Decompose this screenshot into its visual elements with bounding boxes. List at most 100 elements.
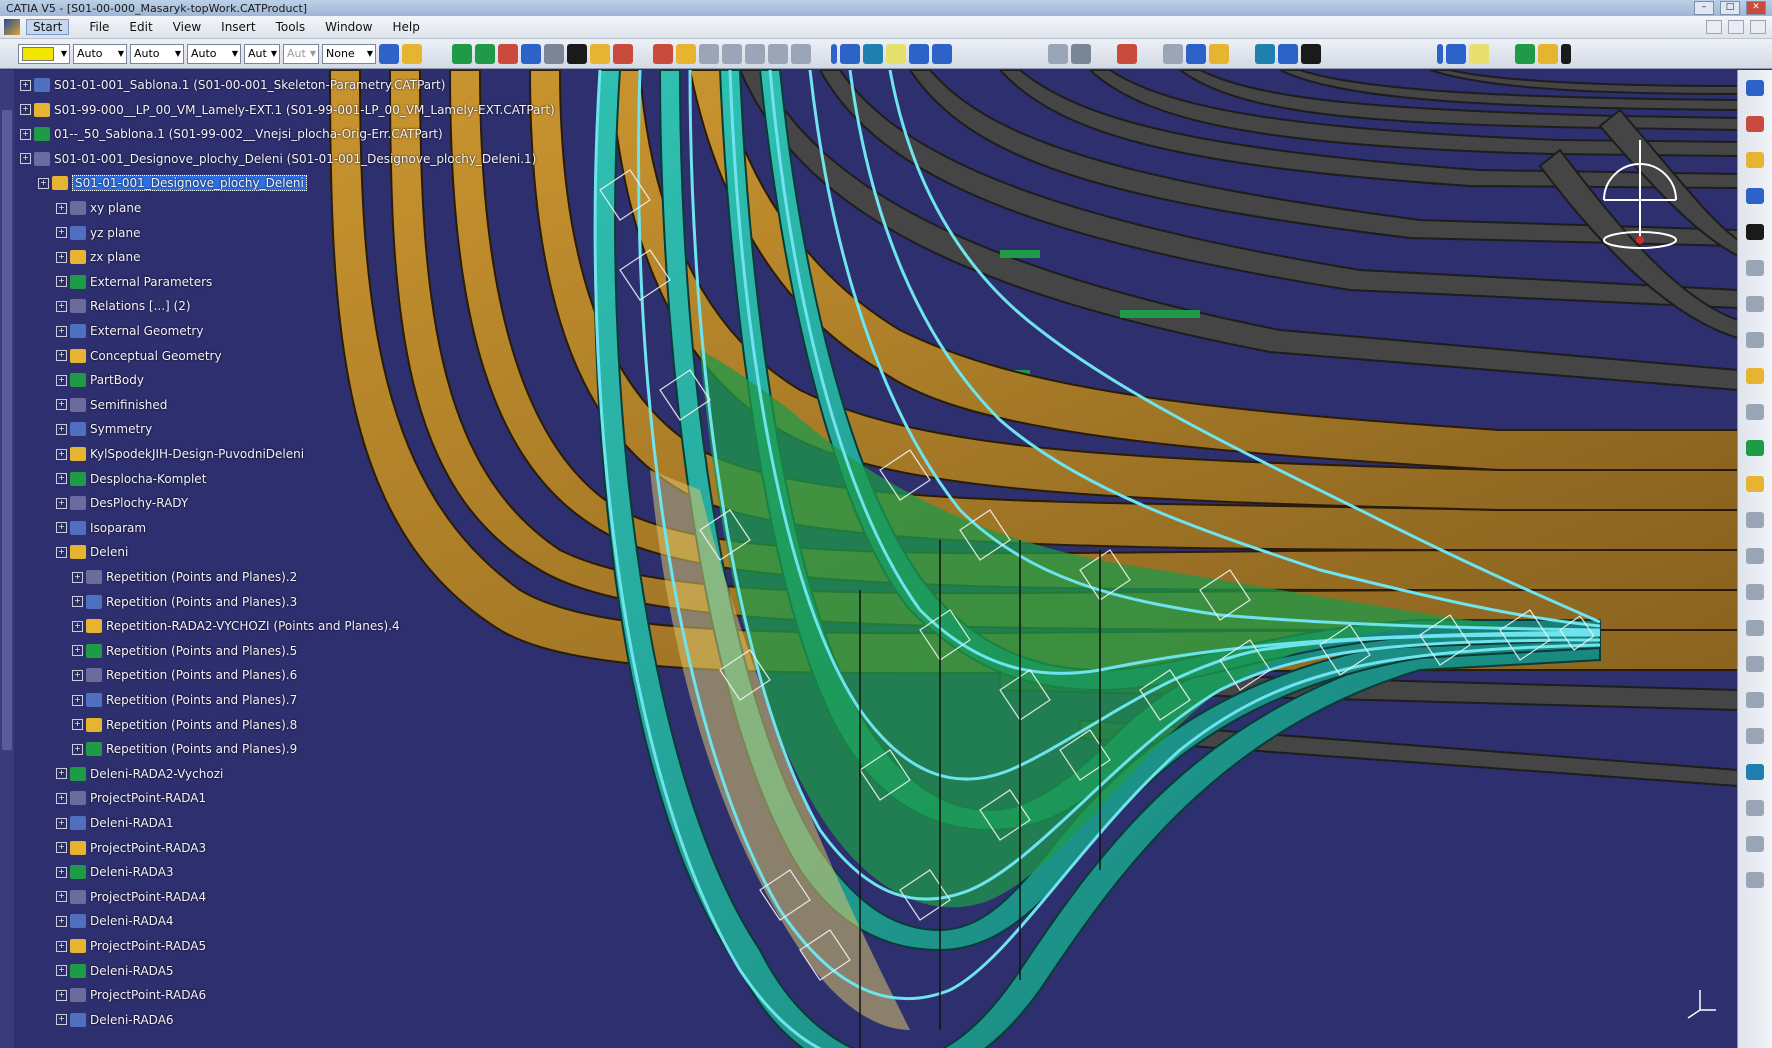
point-icon[interactable]: [452, 43, 472, 64]
expand-toggle-icon[interactable]: +: [56, 276, 67, 288]
tree-node[interactable]: + ProjectPoint-RADA3: [56, 839, 206, 857]
line-type-select[interactable]: Auto ▼: [187, 43, 241, 64]
tree-node[interactable]: + Conceptual Geometry: [56, 347, 222, 365]
menu-window[interactable]: Window: [325, 20, 372, 34]
spline-icon[interactable]: [653, 43, 673, 64]
expand-toggle-icon[interactable]: +: [56, 300, 67, 312]
search-icon[interactable]: [1186, 43, 1206, 64]
tree-node[interactable]: + Deleni-RADA2-Vychozi: [56, 765, 223, 783]
tree-node[interactable]: + Deleni-RADA4: [56, 912, 174, 930]
conic-icon[interactable]: [768, 43, 788, 64]
analysis-icon[interactable]: [1117, 43, 1137, 64]
tree-node[interactable]: + yz plane: [56, 224, 141, 242]
tool-icon[interactable]: [1746, 224, 1764, 240]
shading-icon[interactable]: [1071, 43, 1091, 64]
point-mini-icon[interactable]: [1437, 43, 1443, 64]
expand-toggle-icon[interactable]: +: [72, 596, 83, 608]
healing-icon[interactable]: [932, 43, 952, 64]
tool-icon[interactable]: [1746, 800, 1764, 816]
expand-toggle-icon[interactable]: +: [72, 571, 83, 583]
tree-node[interactable]: + Repetition (Points and Planes).7: [72, 691, 297, 709]
dot-icon[interactable]: [831, 43, 837, 64]
tree-node[interactable]: + ProjectPoint-RADA6: [56, 986, 206, 1004]
tree-node[interactable]: + Repetition (Points and Planes).8: [72, 716, 297, 734]
menu-insert[interactable]: Insert: [221, 20, 255, 34]
tree-node[interactable]: + xy plane: [56, 199, 141, 217]
join-icon[interactable]: [909, 43, 929, 64]
extrude-icon[interactable]: [863, 43, 883, 64]
menu-file[interactable]: File: [89, 20, 109, 34]
tool-icon[interactable]: [1746, 116, 1764, 132]
expand-toggle-icon[interactable]: +: [72, 719, 83, 731]
expand-toggle-icon[interactable]: +: [56, 792, 67, 804]
point-symbol-select[interactable]: Aut ▼: [244, 43, 280, 64]
properties-icon[interactable]: [402, 43, 422, 64]
expand-toggle-icon[interactable]: +: [72, 645, 83, 657]
fill-icon[interactable]: [886, 43, 906, 64]
help-cursor-icon[interactable]: [1301, 43, 1321, 64]
tree-node[interactable]: + External Geometry: [56, 322, 203, 340]
parallel-curve-icon[interactable]: [791, 43, 811, 64]
expand-toggle-icon[interactable]: +: [56, 448, 67, 460]
minimize-button[interactable]: –: [1694, 1, 1714, 15]
tool-icon[interactable]: [1746, 80, 1764, 96]
format-painter-icon[interactable]: [379, 43, 399, 64]
axis-icon[interactable]: [567, 43, 587, 64]
law-icon[interactable]: [1255, 43, 1275, 64]
menu-edit[interactable]: Edit: [129, 20, 152, 34]
menu-start[interactable]: Start: [26, 19, 70, 35]
rendering-style-select[interactable]: Aut ▼: [283, 43, 319, 64]
tree-node[interactable]: + Deleni-RADA5: [56, 962, 174, 980]
tool-icon[interactable]: [1746, 836, 1764, 852]
expand-toggle-icon[interactable]: +: [56, 202, 67, 214]
tool-icon[interactable]: [1746, 512, 1764, 528]
tool-icon[interactable]: [1746, 476, 1764, 492]
tree-node[interactable]: + Symmetry: [56, 420, 152, 438]
tree-node[interactable]: + Deleni-RADA6: [56, 1011, 174, 1029]
sweep-icon[interactable]: [840, 43, 860, 64]
expand-toggle-icon[interactable]: +: [56, 350, 67, 362]
tree-node[interactable]: + PartBody: [56, 371, 144, 389]
expand-toggle-icon[interactable]: +: [56, 915, 67, 927]
expand-toggle-icon[interactable]: +: [20, 104, 31, 116]
tree-node[interactable]: + Repetition (Points and Planes).9: [72, 740, 297, 758]
expand-toggle-icon[interactable]: +: [72, 669, 83, 681]
expand-toggle-icon[interactable]: +: [56, 989, 67, 1001]
expand-toggle-icon[interactable]: +: [56, 891, 67, 903]
tool-icon[interactable]: [1746, 440, 1764, 456]
close-button[interactable]: ✕: [1746, 1, 1766, 15]
circle-icon[interactable]: [613, 43, 633, 64]
tool-icon[interactable]: [1746, 872, 1764, 888]
expand-toggle-icon[interactable]: +: [56, 866, 67, 878]
globe-icon[interactable]: [1515, 43, 1535, 64]
tree-node[interactable]: + Repetition (Points and Planes).2: [72, 568, 297, 586]
tool-icon[interactable]: [1746, 692, 1764, 708]
expand-toggle-icon[interactable]: +: [56, 817, 67, 829]
tree-node[interactable]: + Isoparam: [56, 519, 146, 537]
menu-help[interactable]: Help: [392, 20, 419, 34]
tool-icon[interactable]: [1746, 152, 1764, 168]
line-icon[interactable]: [475, 43, 495, 64]
tree-node[interactable]: + Relations [...] (2): [56, 297, 191, 315]
tree-node[interactable]: + KylSpodekJIH-Design-PuvodniDeleni: [56, 445, 304, 463]
expand-toggle-icon[interactable]: +: [72, 620, 83, 632]
expand-toggle-icon[interactable]: +: [20, 153, 31, 165]
plane-mini-icon[interactable]: [1469, 43, 1489, 64]
tree-node[interactable]: + Desplocha-Komplet: [56, 470, 206, 488]
tree-node[interactable]: + zx plane: [56, 248, 141, 266]
expand-toggle-icon[interactable]: +: [56, 965, 67, 977]
corner-icon[interactable]: [722, 43, 742, 64]
tree-node[interactable]: + S01-99-000__LP_00_VM_Lamely-EXT.1 (S01-…: [20, 101, 555, 119]
line-thickness-select[interactable]: Auto ▼: [130, 43, 184, 64]
tool-icon[interactable]: [1746, 296, 1764, 312]
tree-node[interactable]: + Repetition (Points and Planes).5: [72, 642, 297, 660]
tree-node[interactable]: + Deleni-RADA1: [56, 814, 174, 832]
expand-toggle-icon[interactable]: +: [38, 177, 49, 189]
tool-icon[interactable]: [1746, 764, 1764, 780]
tree-node[interactable]: + ProjectPoint-RADA4: [56, 888, 206, 906]
expand-toggle-icon[interactable]: +: [56, 251, 67, 263]
toolbar-overflow-icon[interactable]: [1561, 43, 1571, 64]
expand-toggle-icon[interactable]: +: [56, 374, 67, 386]
wireframe-icon[interactable]: [1048, 43, 1068, 64]
tree-node[interactable]: + External Parameters: [56, 273, 212, 291]
